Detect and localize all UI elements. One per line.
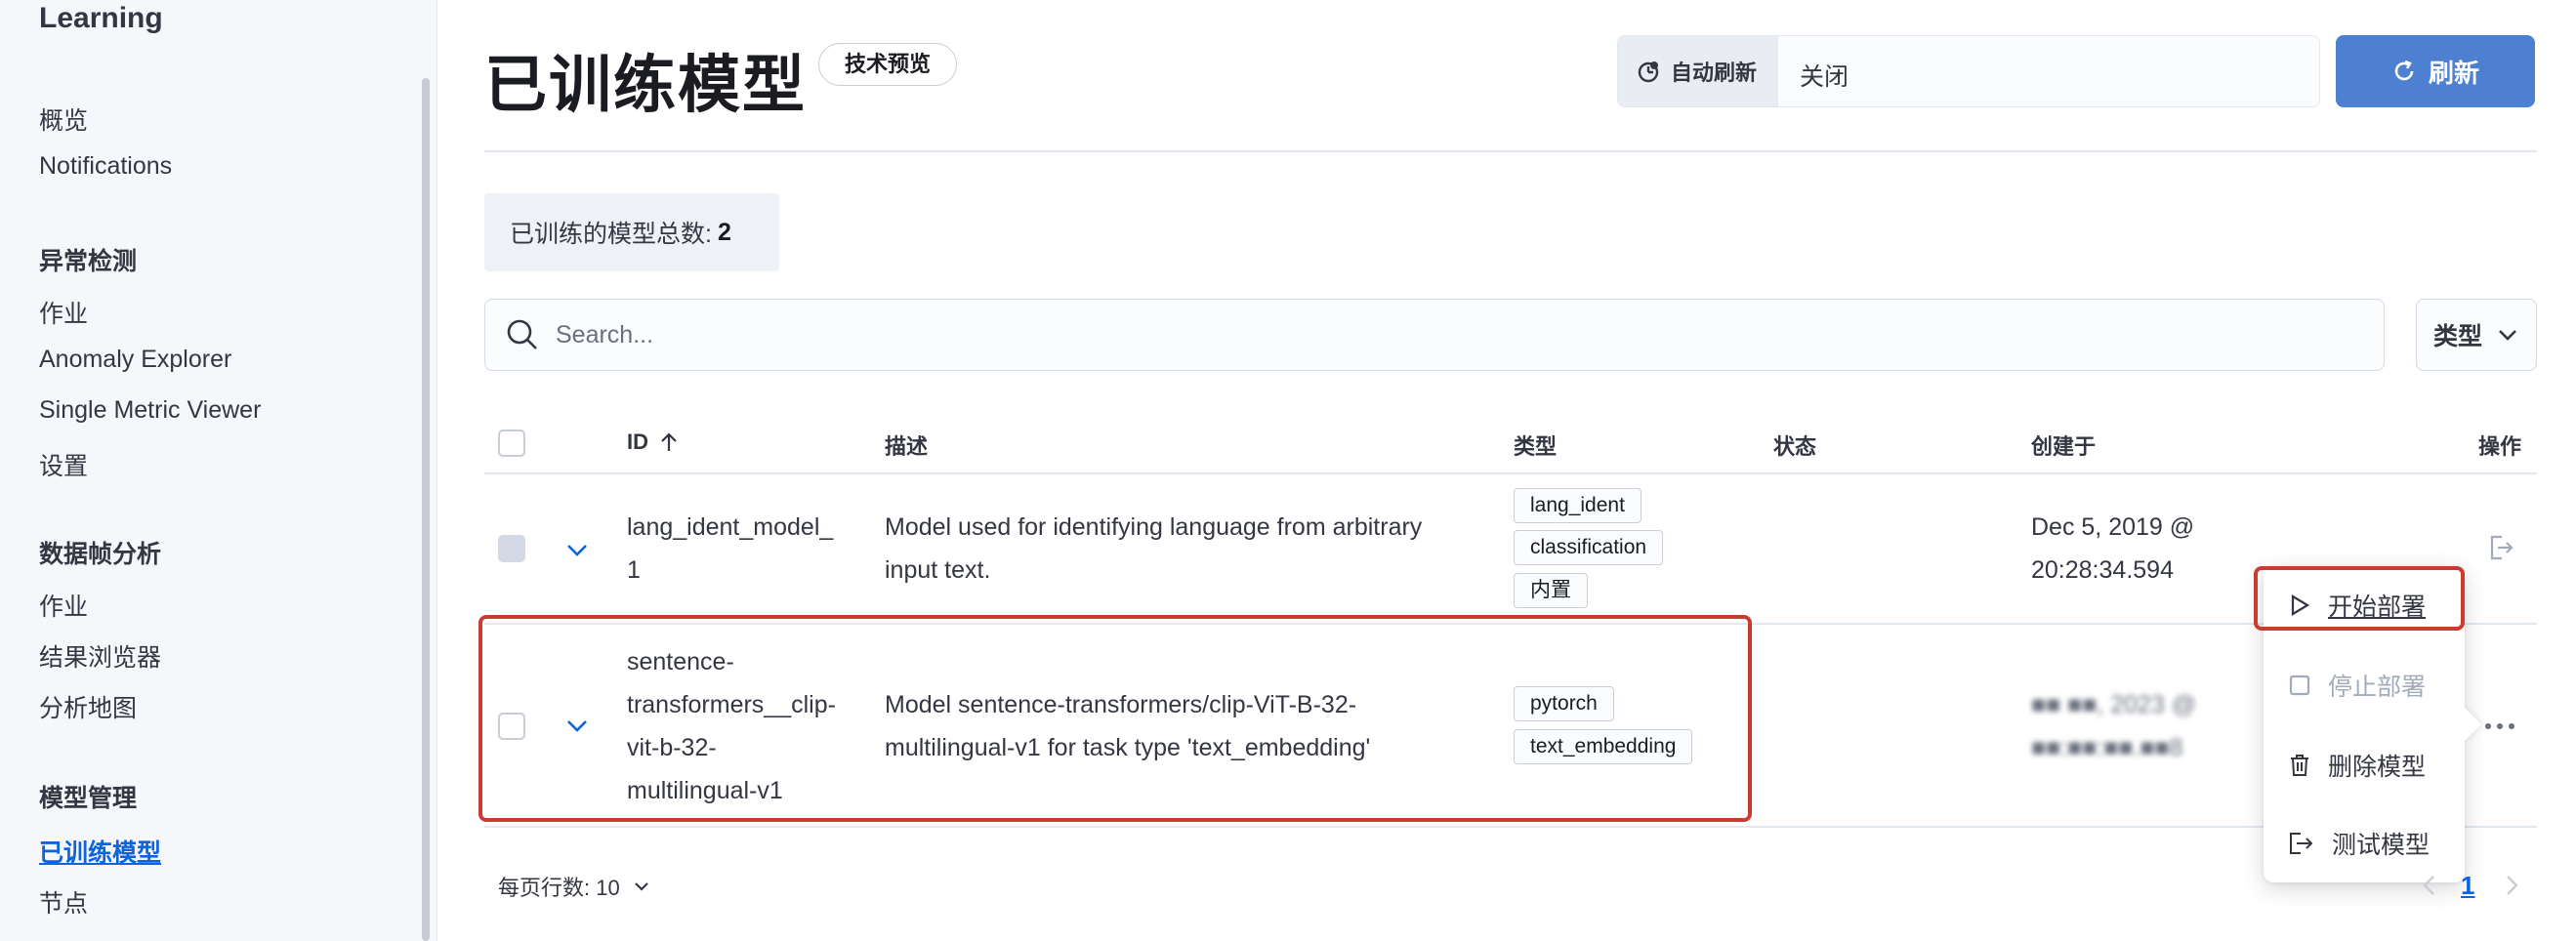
type-tag: classification — [1514, 530, 1664, 565]
search-bar[interactable] — [484, 299, 2385, 371]
sidebar-section-model-management: 模型管理 — [39, 785, 138, 812]
next-page-icon[interactable] — [2502, 873, 2521, 898]
refresh-icon — [2394, 60, 2414, 81]
search-input[interactable] — [556, 315, 2313, 354]
page-number-button[interactable]: 1 — [2461, 871, 2474, 901]
row-highlight-annotation — [478, 615, 1752, 822]
created-cell-redacted: ■■ ■■, 2023 @ ■■:■■:■■.■■8 — [2031, 683, 2196, 769]
column-header-description: 描述 — [885, 434, 929, 459]
stop-icon — [2289, 675, 2310, 696]
auto-refresh-icon — [1638, 61, 1659, 83]
auto-refresh-value: 关闭 — [1800, 63, 1849, 91]
type-filter-button[interactable]: 类型 — [2416, 299, 2537, 371]
model-id-line: 1 — [627, 556, 641, 584]
sidebar-item-dfa-jobs[interactable]: 作业 — [39, 588, 88, 623]
row-checkbox — [498, 535, 525, 562]
sidebar-item-analytics-map[interactable]: 分析地图 — [39, 689, 137, 724]
model-description-cell: Model used for identifying language from… — [885, 506, 1422, 592]
expand-row-icon[interactable] — [564, 537, 590, 562]
type-filter-label: 类型 — [2432, 323, 2482, 350]
header-divider — [484, 150, 2537, 152]
select-all-checkbox[interactable] — [498, 430, 525, 457]
sidebar-scrollbar[interactable] — [422, 78, 430, 941]
search-icon — [507, 319, 537, 349]
column-header-state: 状态 — [1773, 434, 1817, 459]
auto-refresh-label: 自动刷新 — [1671, 61, 1758, 85]
test-model-menu-item[interactable]: 测试模型 — [2289, 826, 2430, 861]
model-id-cell: lang_ident_model_ 1 — [627, 506, 833, 592]
type-tag: 内置 — [1514, 573, 1588, 608]
total-models-summary: 已训练的模型总数: 2 — [484, 193, 779, 271]
refresh-button-label: 刷新 — [2428, 58, 2479, 88]
sidebar-section-dfa: 数据帧分析 — [39, 541, 162, 568]
sidebar-item-results-explorer[interactable]: 结果浏览器 — [39, 638, 161, 674]
description-line: Model used for identifying language from… — [885, 513, 1423, 541]
stop-deployment-menu-item: 停止部署 — [2289, 668, 2426, 703]
delete-model-menu-item[interactable]: 删除模型 — [2289, 748, 2426, 783]
auto-refresh-prepend: 自动刷新 — [1618, 36, 1778, 106]
previous-page-icon[interactable] — [2420, 873, 2439, 898]
sidebar-section-anomaly-detection: 异常检测 — [39, 248, 138, 275]
created-line: ■■ ■■, 2023 @ — [2031, 691, 2197, 718]
model-id-line: lang_ident_model_ — [627, 513, 834, 541]
test-model-label: 测试模型 — [2332, 832, 2431, 859]
delete-model-label: 删除模型 — [2328, 754, 2427, 781]
sidebar-item-notifications[interactable]: Notifications — [39, 152, 172, 181]
total-models-label: 已训练的模型总数: — [510, 221, 712, 248]
created-line: ■■:■■:■■.■■8 — [2031, 734, 2183, 761]
more-actions-icon[interactable] — [2484, 718, 2515, 734]
column-header-id[interactable]: ID — [627, 430, 680, 455]
technical-preview-badge: 技术预览 — [818, 43, 958, 86]
refresh-button[interactable]: 刷新 — [2336, 35, 2535, 107]
page-title: 已训练模型 — [484, 50, 807, 120]
created-line: 20:28:34.594 — [2031, 556, 2174, 584]
sort-ascending-icon — [661, 432, 677, 451]
chevron-down-icon — [634, 882, 648, 891]
sidebar-item-ad-settings[interactable]: 设置 — [39, 447, 88, 482]
sidebar: Learning 概览 Notifications 异常检测 作业 Anomal… — [0, 0, 437, 941]
auto-refresh-control[interactable]: 自动刷新 关闭 — [1617, 35, 2320, 107]
total-models-count: 2 — [717, 218, 731, 246]
sidebar-item-trained-models[interactable]: 已训练模型 — [39, 834, 161, 869]
column-header-actions: 操作 — [2478, 434, 2522, 459]
popover-arrow — [2448, 708, 2481, 741]
stop-deployment-label: 停止部署 — [2328, 674, 2427, 701]
description-line: input text. — [885, 556, 991, 584]
rows-per-page-button[interactable]: 每页行数: 10 — [498, 871, 651, 902]
created-cell: Dec 5, 2019 @ 20:28:34.594 — [2031, 506, 2194, 592]
column-header-id-label: ID — [627, 430, 648, 454]
sidebar-item-single-metric-viewer[interactable]: Single Metric Viewer — [39, 396, 261, 425]
test-model-icon[interactable] — [2486, 533, 2515, 562]
type-tag: lang_ident — [1514, 488, 1641, 523]
sidebar-item-ad-jobs[interactable]: 作业 — [39, 295, 88, 330]
test-model-icon — [2290, 833, 2313, 854]
column-header-type: 类型 — [1514, 434, 1558, 459]
row-divider — [484, 826, 2537, 828]
sidebar-item-overview[interactable]: 概览 — [39, 102, 88, 137]
sidebar-item-anomaly-explorer[interactable]: Anomaly Explorer — [39, 346, 231, 374]
table-header-divider — [484, 472, 2537, 474]
rows-per-page-label: 每页行数: 10 — [498, 876, 620, 900]
column-header-created: 创建于 — [2031, 434, 2097, 459]
start-deployment-highlight-annotation — [2254, 566, 2465, 631]
trash-icon — [2291, 755, 2308, 776]
created-line: Dec 5, 2019 @ — [2031, 513, 2195, 541]
chevron-down-icon — [2499, 330, 2516, 341]
sidebar-item-nodes[interactable]: 节点 — [39, 884, 88, 920]
sidebar-title: Learning — [39, 2, 163, 34]
